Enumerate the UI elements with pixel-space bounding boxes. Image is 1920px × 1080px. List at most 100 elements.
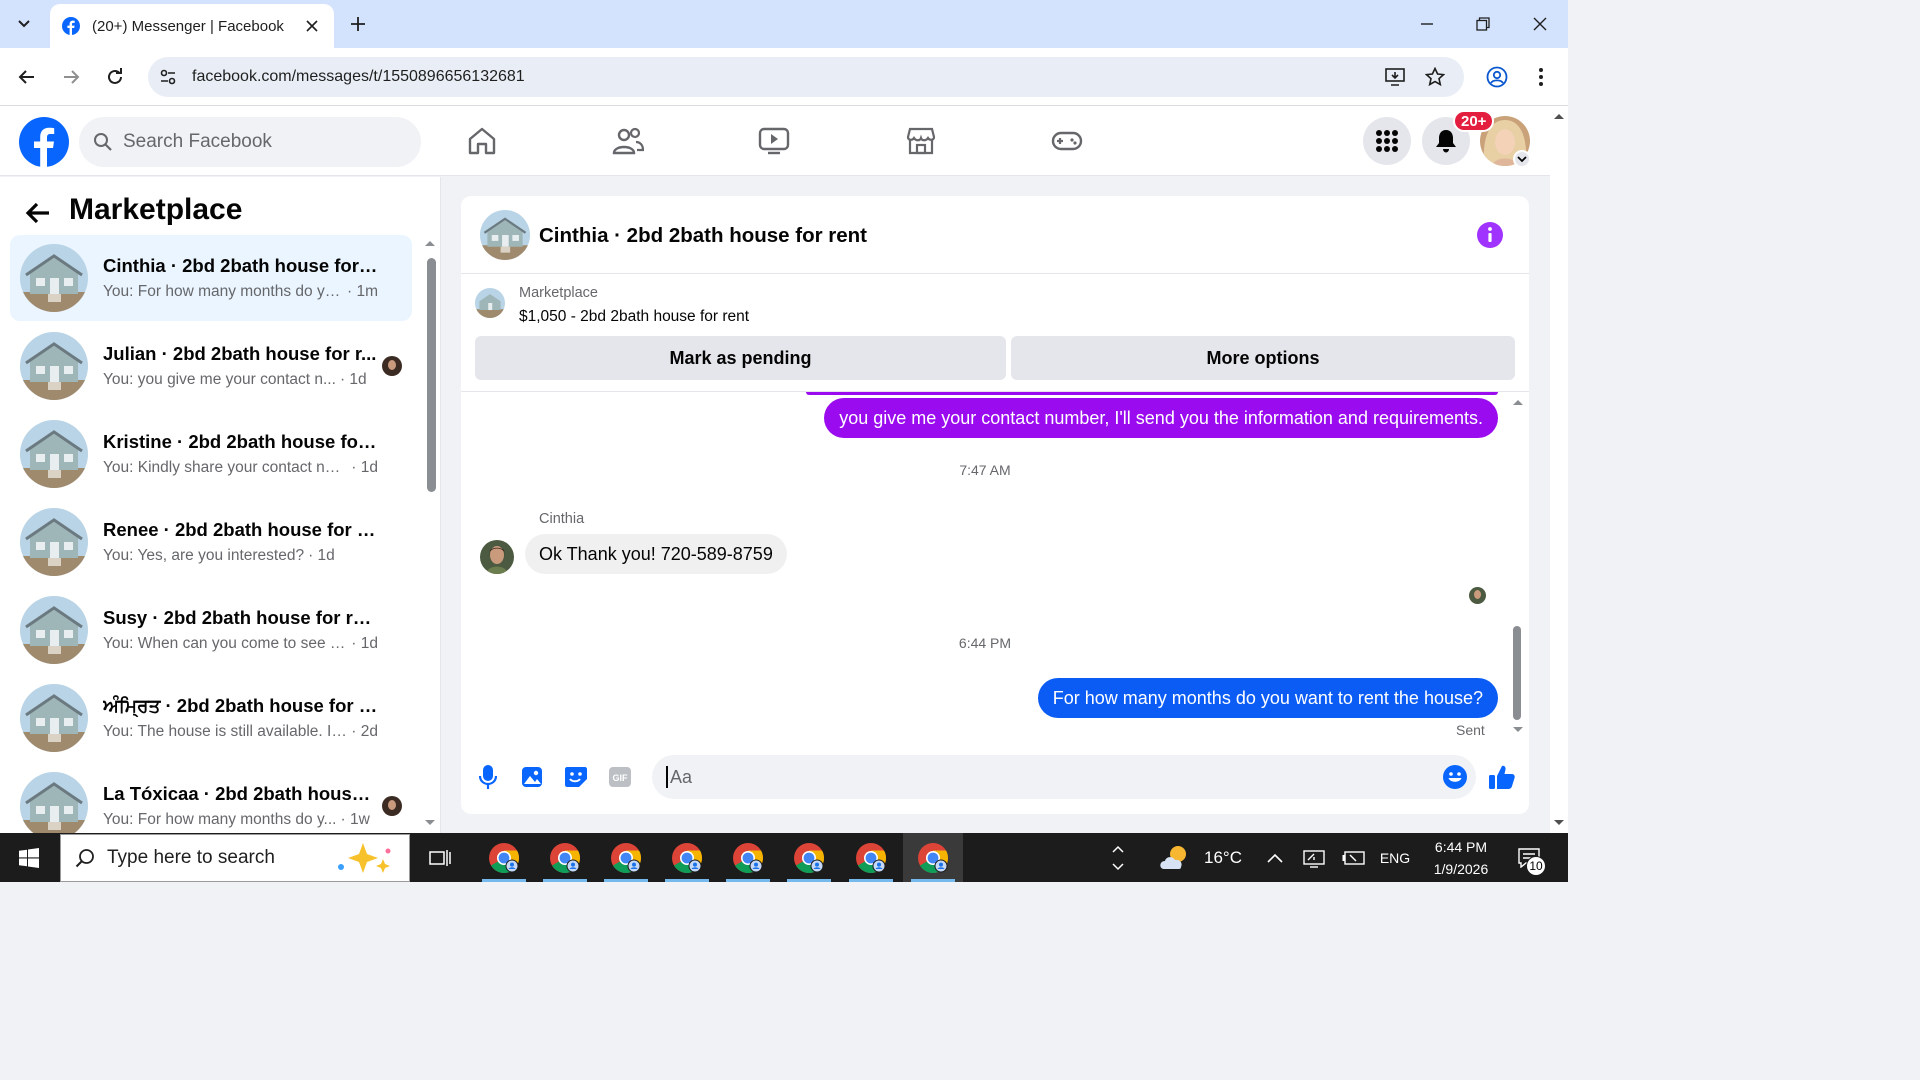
- voice-clip-button[interactable]: [473, 762, 503, 792]
- listing-category: Marketplace: [519, 285, 598, 301]
- running-indicator: [726, 879, 770, 882]
- site-info-button[interactable]: [152, 61, 184, 93]
- taskbar-chrome-window[interactable]: [779, 833, 839, 882]
- conversation-item[interactable]: Susy · 2bd 2bath house for rent You: When…: [10, 587, 412, 673]
- battery-button[interactable]: [1340, 833, 1368, 882]
- chat-listing-thumbnail[interactable]: [480, 210, 530, 260]
- outgoing-message[interactable]: For how many months do you want to rent …: [1037, 678, 1498, 718]
- mark-as-pending-button[interactable]: Mark as pending: [475, 336, 1006, 380]
- conversation-item[interactable]: ਅੰਮ੍ਰਿਤ · 2bd 2bath house for rent You: T…: [10, 675, 412, 761]
- restore-button[interactable]: [1463, 8, 1503, 40]
- network-button[interactable]: [1300, 833, 1328, 882]
- conversation-item[interactable]: La Tóxicaa · 2bd 2bath house ... You: For…: [10, 763, 412, 833]
- show-hidden-icons-button[interactable]: [1108, 833, 1128, 882]
- message-input-box[interactable]: [652, 755, 1476, 799]
- tab-search-button[interactable]: [8, 8, 40, 40]
- notification-count-badge: 10: [1526, 856, 1546, 876]
- nav-marketplace[interactable]: [901, 123, 941, 159]
- taskbar-chrome-window[interactable]: [841, 833, 901, 882]
- conversation-snippet: You: Yes, are you interested?: [103, 547, 305, 564]
- send-like-button[interactable]: [1487, 762, 1517, 792]
- photo-icon: [522, 767, 542, 787]
- incoming-message[interactable]: Ok Thank you! 720-589-8759: [525, 534, 787, 574]
- close-window-button[interactable]: [1520, 8, 1560, 40]
- thumbs-up-icon: [1489, 765, 1515, 789]
- nav-friends[interactable]: [608, 123, 648, 159]
- taskbar-chrome-window[interactable]: [535, 833, 595, 882]
- conversation-item[interactable]: Kristine · 2bd 2bath house for re... You:…: [10, 411, 412, 497]
- facebook-search-input[interactable]: [123, 131, 393, 153]
- reload-button[interactable]: [99, 61, 131, 93]
- profile-button[interactable]: [1481, 61, 1513, 93]
- emoji-button[interactable]: [1442, 764, 1468, 790]
- conversation-info-button[interactable]: [1477, 222, 1503, 248]
- restore-icon: [1476, 17, 1490, 31]
- tab-close-button[interactable]: [302, 16, 322, 36]
- minimize-button[interactable]: [1407, 8, 1447, 40]
- chevron-updown-icon: [1112, 845, 1124, 870]
- taskbar-search[interactable]: [60, 834, 410, 882]
- listing-thumbnail[interactable]: [475, 288, 505, 318]
- conversation-name: La Tóxicaa · 2bd 2bath house ...: [103, 783, 378, 804]
- back-button[interactable]: [11, 61, 43, 93]
- gif-button[interactable]: GIF: [605, 762, 635, 792]
- install-app-button[interactable]: [1380, 62, 1410, 92]
- message-input[interactable]: [670, 766, 1430, 788]
- task-view-button[interactable]: [411, 833, 471, 882]
- new-tab-button[interactable]: [344, 10, 372, 38]
- conversation-snippet: You: When can you come to see th...: [103, 635, 348, 652]
- house-thumbnail: [475, 288, 505, 318]
- minimize-icon: [1421, 23, 1433, 25]
- running-indicator: [604, 879, 648, 882]
- browser-menu-button[interactable]: [1525, 61, 1557, 93]
- page-scrollbar[interactable]: [1550, 106, 1568, 833]
- sidebar-scroll-thumb[interactable]: [427, 258, 436, 492]
- forward-button[interactable]: [55, 61, 87, 93]
- taskbar-chrome-window[interactable]: [718, 833, 778, 882]
- taskbar-chrome-window[interactable]: [596, 833, 656, 882]
- search-icon: [94, 133, 112, 151]
- nav-home[interactable]: [462, 123, 502, 159]
- conversation-thumbnail: [20, 420, 88, 488]
- start-button[interactable]: [0, 833, 58, 882]
- taskbar-chrome-window[interactable]: [657, 833, 717, 882]
- system-clock[interactable]: 6:44 PM 1/9/2026: [1412, 836, 1510, 880]
- account-menu-caret[interactable]: [1513, 150, 1531, 168]
- seen-by-avatar: [1469, 587, 1486, 604]
- menu-button[interactable]: [1363, 117, 1411, 165]
- outgoing-message[interactable]: you give me your contact number, I'll se…: [824, 398, 1498, 438]
- conversation-item[interactable]: Cinthia · 2bd 2bath house for rent You: F…: [10, 235, 412, 321]
- nav-video[interactable]: [754, 123, 794, 159]
- tray-overflow-button[interactable]: [1262, 833, 1288, 882]
- chat-title[interactable]: Cinthia · 2bd 2bath house for rent: [539, 224, 867, 248]
- taskbar-chrome-window[interactable]: [903, 833, 963, 882]
- language-indicator[interactable]: ENG: [1376, 833, 1414, 882]
- running-indicator: [911, 879, 955, 882]
- listing-price-title[interactable]: $1,050 - 2bd 2bath house for rent: [519, 308, 749, 326]
- chrome-icon: [918, 842, 948, 873]
- taskbar-chrome-window[interactable]: [474, 833, 534, 882]
- arrow-left-icon: [25, 202, 49, 224]
- sender-avatar[interactable]: [480, 540, 514, 574]
- taskbar-search-input[interactable]: [107, 847, 307, 869]
- chat-panel: Cinthia · 2bd 2bath house for rent Marke…: [461, 196, 1529, 814]
- more-options-button[interactable]: More options: [1011, 336, 1515, 380]
- sticker-button[interactable]: [561, 762, 591, 792]
- url-text[interactable]: facebook.com/messages/t/1550896656132681: [192, 68, 1380, 86]
- bookmark-button[interactable]: [1420, 62, 1450, 92]
- facebook-search[interactable]: [79, 117, 421, 167]
- language-text: ENG: [1379, 849, 1411, 866]
- conversation-snippet: You: For how many months do y...: [103, 811, 337, 828]
- conversation-item[interactable]: Renee · 2bd 2bath house for rent You: Yes…: [10, 499, 412, 585]
- close-icon: [1533, 17, 1547, 31]
- facebook-logo[interactable]: [19, 117, 69, 167]
- weather-temperature: 16°C: [1204, 847, 1242, 867]
- chat-scroll-thumb[interactable]: [1513, 626, 1521, 720]
- weather-widget[interactable]: 16°C: [1150, 833, 1250, 882]
- conversation-item[interactable]: Julian · 2bd 2bath house for r... You: yo…: [10, 323, 412, 409]
- back-to-chats-button[interactable]: [20, 195, 56, 231]
- address-bar[interactable]: facebook.com/messages/t/1550896656132681: [148, 57, 1464, 97]
- browser-tab[interactable]: (20+) Messenger | Facebook: [50, 4, 334, 48]
- nav-gaming[interactable]: [1047, 123, 1087, 159]
- attach-media-button[interactable]: [517, 762, 547, 792]
